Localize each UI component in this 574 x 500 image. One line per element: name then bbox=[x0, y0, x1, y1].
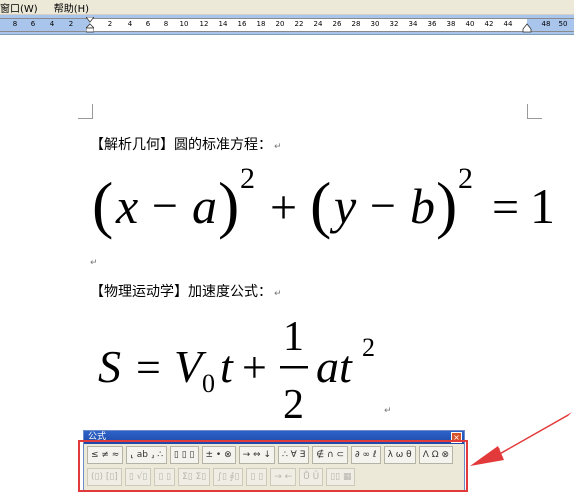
ruler-tick: 18 bbox=[256, 20, 266, 28]
greek-lowercase-button[interactable]: λ ω θ bbox=[383, 446, 416, 464]
ruler-tick: 50 bbox=[558, 20, 568, 28]
eq2-equals: = bbox=[136, 343, 161, 392]
eq1-x: x bbox=[115, 178, 138, 234]
eq2-t: t bbox=[220, 341, 234, 392]
horizontal-ruler[interactable]: 8 6 4 2 2 4 6 8 10 12 14 16 18 20 22 24 … bbox=[0, 15, 574, 35]
greek-uppercase-button[interactable]: Λ Ω ⊗ bbox=[418, 446, 453, 464]
ruler-tick: 22 bbox=[294, 20, 304, 28]
set-theory-symbols-button[interactable]: ∉ ∩ ⊂ bbox=[312, 446, 348, 464]
eq1-minus: − bbox=[152, 180, 178, 231]
fraction-radical-templates-button[interactable]: ▯ √▯ bbox=[124, 468, 152, 486]
eq2-at: at bbox=[316, 341, 353, 392]
ruler-tick: 36 bbox=[427, 20, 437, 28]
ruler-tick: 6 bbox=[30, 20, 36, 28]
ruler-tick: 30 bbox=[370, 20, 380, 28]
close-icon[interactable]: × bbox=[451, 432, 462, 443]
equation-toolbar-title: 公式 bbox=[88, 432, 107, 442]
products-set-templates-button[interactable]: Ů Ũ bbox=[299, 468, 324, 486]
ruler-tick: 48 bbox=[541, 20, 551, 28]
equation-acceleration[interactable]: S = V 0 t + 1 2 at 2 bbox=[94, 312, 394, 424]
menu-item-help[interactable]: 帮助(H) bbox=[44, 0, 95, 15]
menu-item-window[interactable]: 窗口(W) bbox=[0, 0, 44, 15]
annotation-arrow-icon bbox=[470, 412, 572, 466]
eq2-plus: + bbox=[242, 343, 267, 392]
eq2-fraction-bar bbox=[280, 366, 308, 369]
equation-toolbar-window[interactable]: 公式 × ≤ ≠ ≈ ⸤ ab ⸥ ∴ ▯ ▯ ▯ ± • ⊗ → ⇔ ↓ ∴ … bbox=[83, 430, 465, 492]
paragraph-heading-geometry[interactable]: 【解析几何】圆的标准方程： ↵ bbox=[90, 134, 282, 154]
labeled-arrow-templates-button[interactable]: → ← bbox=[270, 468, 297, 486]
ruler-tick: 38 bbox=[446, 20, 456, 28]
ruler-tick: 24 bbox=[313, 20, 323, 28]
eq1-rparen2: ) bbox=[436, 169, 457, 240]
ruler-tick: 4 bbox=[49, 20, 55, 28]
matrix-templates-button[interactable]: ▯▯ ▦ bbox=[326, 468, 356, 486]
ruler-tick: 8 bbox=[12, 20, 18, 28]
eq1-lparen: ( bbox=[92, 169, 113, 240]
logical-symbols-button[interactable]: ∴ ∀ ∃ bbox=[278, 446, 310, 464]
underbar-overbar-templates-button[interactable]: ▯ ▯ bbox=[246, 468, 268, 486]
integral-templates-button[interactable]: ∫▯ ∮▯ bbox=[213, 468, 244, 486]
spaces-ellipses-button[interactable]: ⸤ ab ⸥ ∴ bbox=[126, 446, 167, 464]
heading-text: 【物理运动学】加速度公式： bbox=[90, 284, 272, 300]
operator-symbols-button[interactable]: ± • ⊗ bbox=[201, 446, 236, 464]
ruler-tick: 26 bbox=[332, 20, 342, 28]
right-indent-marker-icon[interactable] bbox=[522, 23, 532, 33]
relational-symbols-button[interactable]: ≤ ≠ ≈ bbox=[87, 446, 124, 464]
ruler-tick: 28 bbox=[351, 20, 361, 28]
ruler-tick: 10 bbox=[179, 20, 189, 28]
ruler-tick: 6 bbox=[145, 20, 151, 28]
summation-templates-button[interactable]: Σ▯ Σ▯ bbox=[178, 468, 211, 486]
misc-symbols-button[interactable]: ∂ ∞ ℓ bbox=[351, 446, 381, 464]
menu-bar: 窗口(W) 帮助(H) bbox=[0, 0, 574, 15]
fence-templates-button[interactable]: (▯) [▯] bbox=[87, 468, 122, 486]
eq1-rparen: ) bbox=[218, 169, 239, 240]
paragraph-mark-icon: ↵ bbox=[274, 142, 282, 152]
eq1-one: 1 bbox=[530, 178, 555, 234]
ruler-tick: 12 bbox=[199, 20, 209, 28]
ruler-tick: 42 bbox=[484, 20, 494, 28]
equation-circle[interactable]: ( x − a ) 2 + ( y − b ) 2 = 1 bbox=[90, 160, 564, 250]
ruler-tick: 40 bbox=[465, 20, 475, 28]
eq2-numerator: 1 bbox=[283, 314, 304, 360]
eq2-exp: 2 bbox=[362, 333, 375, 362]
page-corner-mark bbox=[527, 104, 542, 119]
eq1-y: y bbox=[329, 178, 357, 234]
paragraph-mark-icon: ↵ bbox=[384, 406, 392, 416]
ruler-tick: 2 bbox=[107, 20, 113, 28]
ruler-tick: 20 bbox=[275, 20, 285, 28]
ruler-tick: 32 bbox=[389, 20, 399, 28]
eq2-denominator: 2 bbox=[283, 382, 304, 424]
subscript-superscript-templates-button[interactable]: ▯ ▯ bbox=[154, 468, 176, 486]
eq1-lparen2: ( bbox=[310, 169, 331, 240]
ruler-tick: 8 bbox=[163, 20, 169, 28]
paragraph-mark-icon: ↵ bbox=[90, 258, 98, 268]
equation-symbol-row: ≤ ≠ ≈ ⸤ ab ⸥ ∴ ▯ ▯ ▯ ± • ⊗ → ⇔ ↓ ∴ ∀ ∃ ∉… bbox=[84, 444, 464, 466]
arrow-symbols-button[interactable]: → ⇔ ↓ bbox=[238, 446, 275, 464]
ruler-tick: 16 bbox=[237, 20, 247, 28]
ruler-tick: 44 bbox=[503, 20, 513, 28]
eq1-exp2: 2 bbox=[458, 162, 473, 195]
eq1-plus: + bbox=[270, 181, 297, 234]
indent-marker-icon[interactable] bbox=[86, 17, 94, 33]
ruler-tick: 34 bbox=[408, 20, 418, 28]
heading-text: 【解析几何】圆的标准方程： bbox=[90, 137, 272, 153]
paragraph-mark-icon: ↵ bbox=[274, 289, 282, 299]
eq1-b: b bbox=[410, 178, 435, 234]
equation-toolbar-titlebar[interactable]: 公式 × bbox=[84, 431, 464, 444]
eq2-sub0: 0 bbox=[202, 369, 215, 398]
eq2-S: S bbox=[98, 341, 121, 392]
eq1-a: a bbox=[192, 178, 217, 234]
embellishments-button[interactable]: ▯ ▯ ▯ bbox=[169, 446, 199, 464]
ruler-tick: 4 bbox=[127, 20, 133, 28]
ruler-tick: 2 bbox=[68, 20, 74, 28]
page-corner-mark bbox=[78, 104, 93, 119]
paragraph-heading-physics[interactable]: 【物理运动学】加速度公式： ↵ bbox=[90, 281, 282, 301]
ruler-tick: 14 bbox=[218, 20, 228, 28]
eq1-minus2: − bbox=[370, 180, 396, 231]
eq1-equals: = bbox=[492, 181, 519, 234]
equation-template-row: (▯) [▯] ▯ √▯ ▯ ▯ Σ▯ Σ▯ ∫▯ ∮▯ ▯ ▯ → ← Ů Ũ… bbox=[84, 466, 464, 488]
eq1-exp: 2 bbox=[240, 162, 255, 195]
